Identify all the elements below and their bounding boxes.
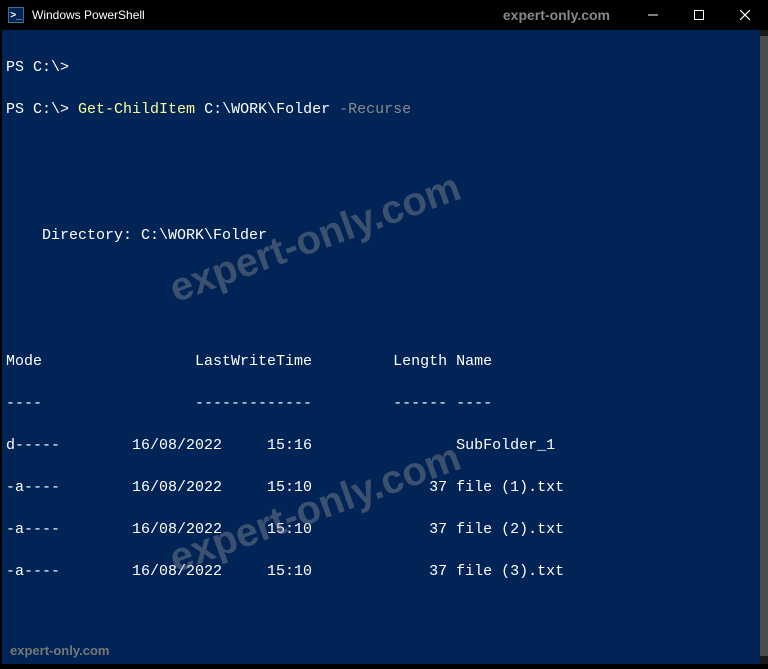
vertical-scrollbar[interactable] (760, 30, 768, 664)
command-line: PS C:\> Get-ChildItem C:\WORK\Folder -Re… (6, 99, 760, 120)
directory-header-1: Directory: C:\WORK\Folder (6, 225, 760, 246)
scrollbar-thumb[interactable] (760, 36, 768, 656)
close-button[interactable] (722, 0, 768, 30)
cmd-flag: -Recurse (339, 101, 411, 118)
window-controls (630, 0, 768, 30)
minimize-button[interactable] (630, 0, 676, 30)
close-icon (740, 10, 750, 20)
powershell-icon: >_ (8, 7, 24, 23)
table-header: Mode LastWriteTime Length Name (6, 351, 760, 372)
prompt-text: PS C:\> (6, 101, 69, 118)
window-title: Windows PowerShell (32, 8, 145, 22)
table-row: -a---- 16/08/2022 15:10 37 file (1).txt (6, 477, 760, 498)
table-row: -a---- 16/08/2022 15:10 37 file (2).txt (6, 519, 760, 540)
table-row: d----- 16/08/2022 15:16 SubFolder_1 (6, 435, 760, 456)
terminal-area[interactable]: PS C:\> PS C:\> Get-ChildItem C:\WORK\Fo… (2, 30, 760, 664)
window-titlebar: >_ Windows PowerShell expert-only.com (0, 0, 768, 30)
cmdlet-name: Get-ChildItem (78, 101, 195, 118)
minimize-icon (648, 10, 658, 20)
watermark-titlebar: expert-only.com (503, 7, 610, 23)
maximize-button[interactable] (676, 0, 722, 30)
cmd-arg: C:\WORK\Folder (204, 101, 330, 118)
table-row: -a---- 16/08/2022 15:10 37 file (3).txt (6, 561, 760, 582)
maximize-icon (694, 10, 704, 20)
table-divider: ---- ------------- ------ ---- (6, 393, 760, 414)
prompt-line-empty: PS C:\> (6, 57, 760, 78)
